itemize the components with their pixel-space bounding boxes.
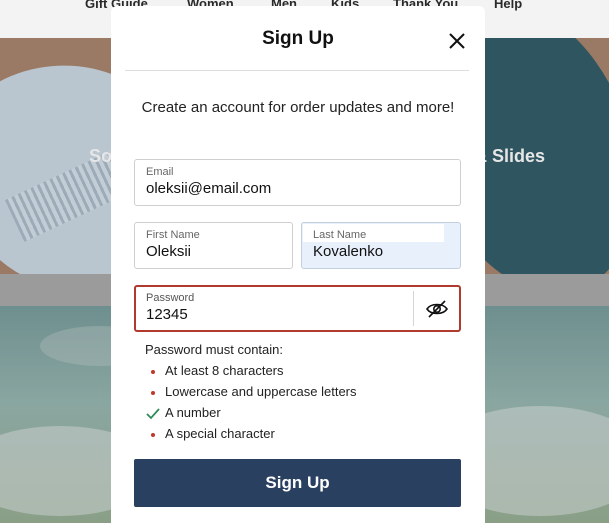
password-label: Password [146, 292, 195, 304]
bullet-icon [145, 426, 161, 441]
password-requirements-title: Password must contain: [145, 342, 284, 357]
nav-item-help[interactable]: Help [494, 0, 522, 11]
sign-up-button[interactable]: Sign Up [134, 459, 461, 507]
last-name-field[interactable]: Last Name [301, 222, 461, 269]
check-icon [145, 405, 161, 420]
hero-text-left: So [89, 146, 113, 166]
signup-modal: Sign Up Create an account for order upda… [111, 6, 485, 523]
eye-slash-icon[interactable] [424, 297, 450, 321]
password-separator [413, 291, 414, 326]
first-name-input[interactable] [146, 243, 276, 260]
header-divider [125, 70, 469, 71]
first-name-label: First Name [146, 229, 200, 241]
email-input[interactable] [146, 180, 396, 197]
requirement-item: Lowercase and uppercase letters [145, 384, 357, 399]
bullet-icon [145, 384, 161, 399]
modal-title: Sign Up [262, 28, 334, 49]
email-field[interactable]: Email [134, 159, 461, 206]
email-label: Email [146, 166, 174, 178]
requirement-item: A special character [145, 426, 275, 441]
bullet-icon [145, 363, 161, 378]
requirement-item: A number [145, 405, 221, 420]
password-input[interactable] [146, 306, 386, 323]
first-name-field[interactable]: First Name [134, 222, 293, 269]
close-icon[interactable] [446, 30, 468, 52]
last-name-label: Last Name [313, 229, 367, 241]
last-name-input[interactable] [313, 243, 443, 260]
password-field[interactable]: Password [134, 285, 461, 332]
requirement-item: At least 8 characters [145, 363, 284, 378]
intro-text: Create an account for order updates and … [141, 99, 455, 116]
